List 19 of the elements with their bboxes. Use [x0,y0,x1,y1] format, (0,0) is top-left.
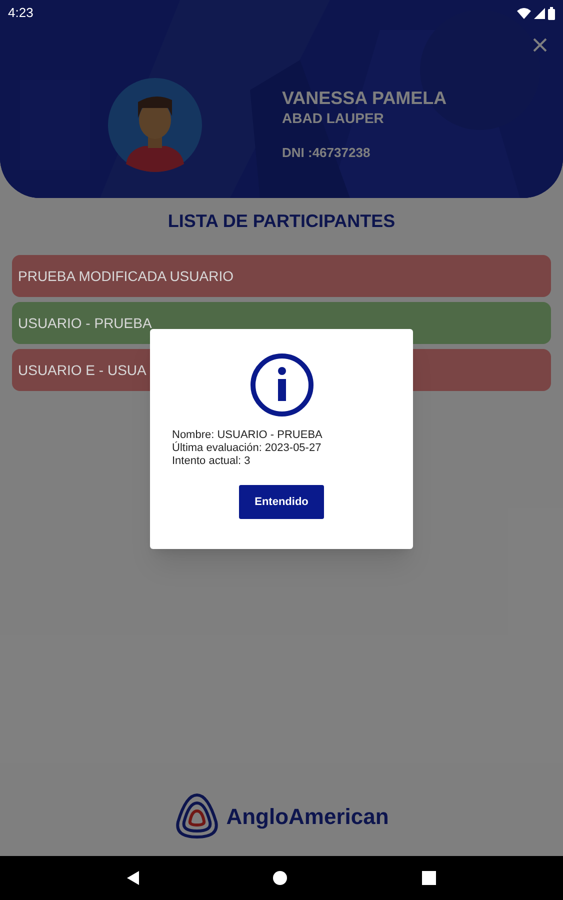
battery-icon [548,6,555,20]
understood-button[interactable]: Entendido [239,485,324,519]
wifi-icon [517,8,531,18]
list-title: LISTA DE PARTICIPANTES [166,210,396,233]
home-icon[interactable] [273,871,288,885]
dialog-text: Intento actual: 3 [172,455,252,468]
anglo-american-logo: AngloAmerican [0,792,563,840]
user-name: VANESSA PAMELA [282,87,447,110]
back-icon[interactable] [127,871,140,885]
close-icon[interactable] [533,38,547,52]
status-time: 4:23 [8,4,34,22]
recents-icon[interactable] [422,871,436,885]
signal-icon [534,8,545,18]
user-dni: DNI :46737238 [282,144,372,162]
participant-item[interactable]: PRUEBA MODIFICADA USUARIO [12,255,551,297]
dialog-text: Nombre: USUARIO - PRUEBA [172,429,322,442]
info-icon [250,353,314,417]
dialog-text: Última evaluación: 2023-05-27 [172,442,322,455]
user-surname: ABAD LAUPER [282,109,385,128]
